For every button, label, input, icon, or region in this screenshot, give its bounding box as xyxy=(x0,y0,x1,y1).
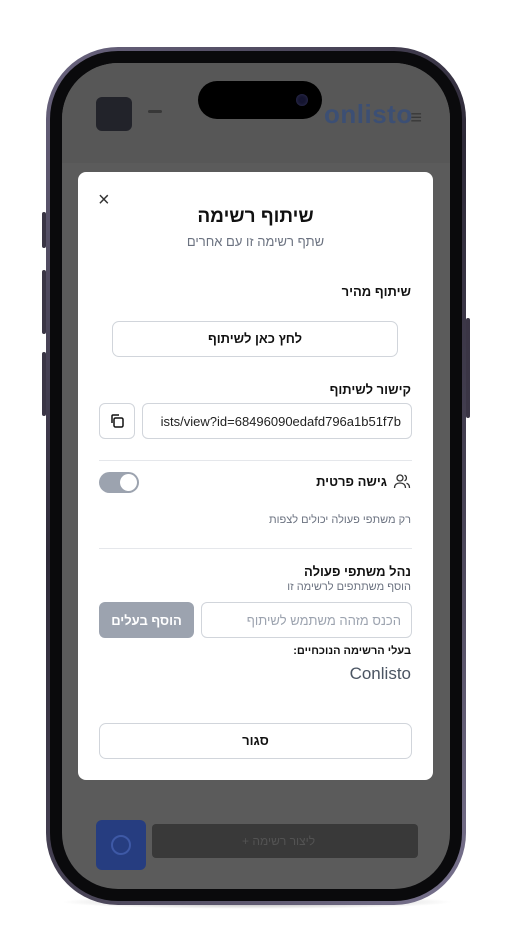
dynamic-island xyxy=(198,81,322,119)
quick-share-label: שיתוף מהיר xyxy=(341,284,411,299)
share-link-value: ists/view?id=68496090edafd796a1b51f7b xyxy=(160,413,401,429)
camera-icon xyxy=(296,94,308,106)
user-id-placeholder: הכנס מזהה משתמש לשיתוף xyxy=(246,612,401,628)
user-id-input[interactable]: הכנס מזהה משתמש לשיתוף xyxy=(201,602,412,638)
copy-icon xyxy=(111,414,124,428)
collaborators-title: נהל משתפי פעולה xyxy=(304,564,411,579)
divider xyxy=(99,548,412,549)
collaborators-subtitle: הוסף משתתפים לרשימה זו xyxy=(287,581,411,593)
divider xyxy=(99,460,412,461)
modal-title: שיתוף רשימה xyxy=(197,206,314,227)
modal-subtitle: שתף רשימה זו עם אחרים xyxy=(186,234,325,249)
share-link-label: קישור לשיתוף xyxy=(329,382,411,397)
users-icon xyxy=(393,474,411,489)
private-access-label: גישה פרטית xyxy=(316,473,387,489)
owner-name: Conlisto xyxy=(349,664,411,683)
private-access-row: גישה פרטית xyxy=(316,472,411,490)
share-link-field[interactable]: ists/view?id=68496090edafd796a1b51f7b xyxy=(142,403,412,439)
device-mockup: onlisto ≡ + ליצור רשימה × שיתוף רשימה שת… xyxy=(0,0,514,925)
add-owner-button[interactable]: הוסף בעלים xyxy=(99,602,194,638)
private-access-toggle[interactable] xyxy=(99,472,139,493)
toggle-knob xyxy=(120,474,137,491)
quick-share-button[interactable]: לחץ כאן לשיתוף xyxy=(112,321,398,357)
private-access-hint: רק משתפי פעולה יכולים לצפות xyxy=(269,514,411,526)
power-button xyxy=(466,318,470,418)
close-button[interactable]: סגור xyxy=(99,723,412,759)
current-owners-label: בעלי הרשימה הנוכחיים: xyxy=(293,645,411,657)
share-list-modal: × שיתוף רשימה שתף רשימה זו עם אחרים שיתו… xyxy=(78,172,433,780)
copy-button[interactable] xyxy=(99,403,135,439)
